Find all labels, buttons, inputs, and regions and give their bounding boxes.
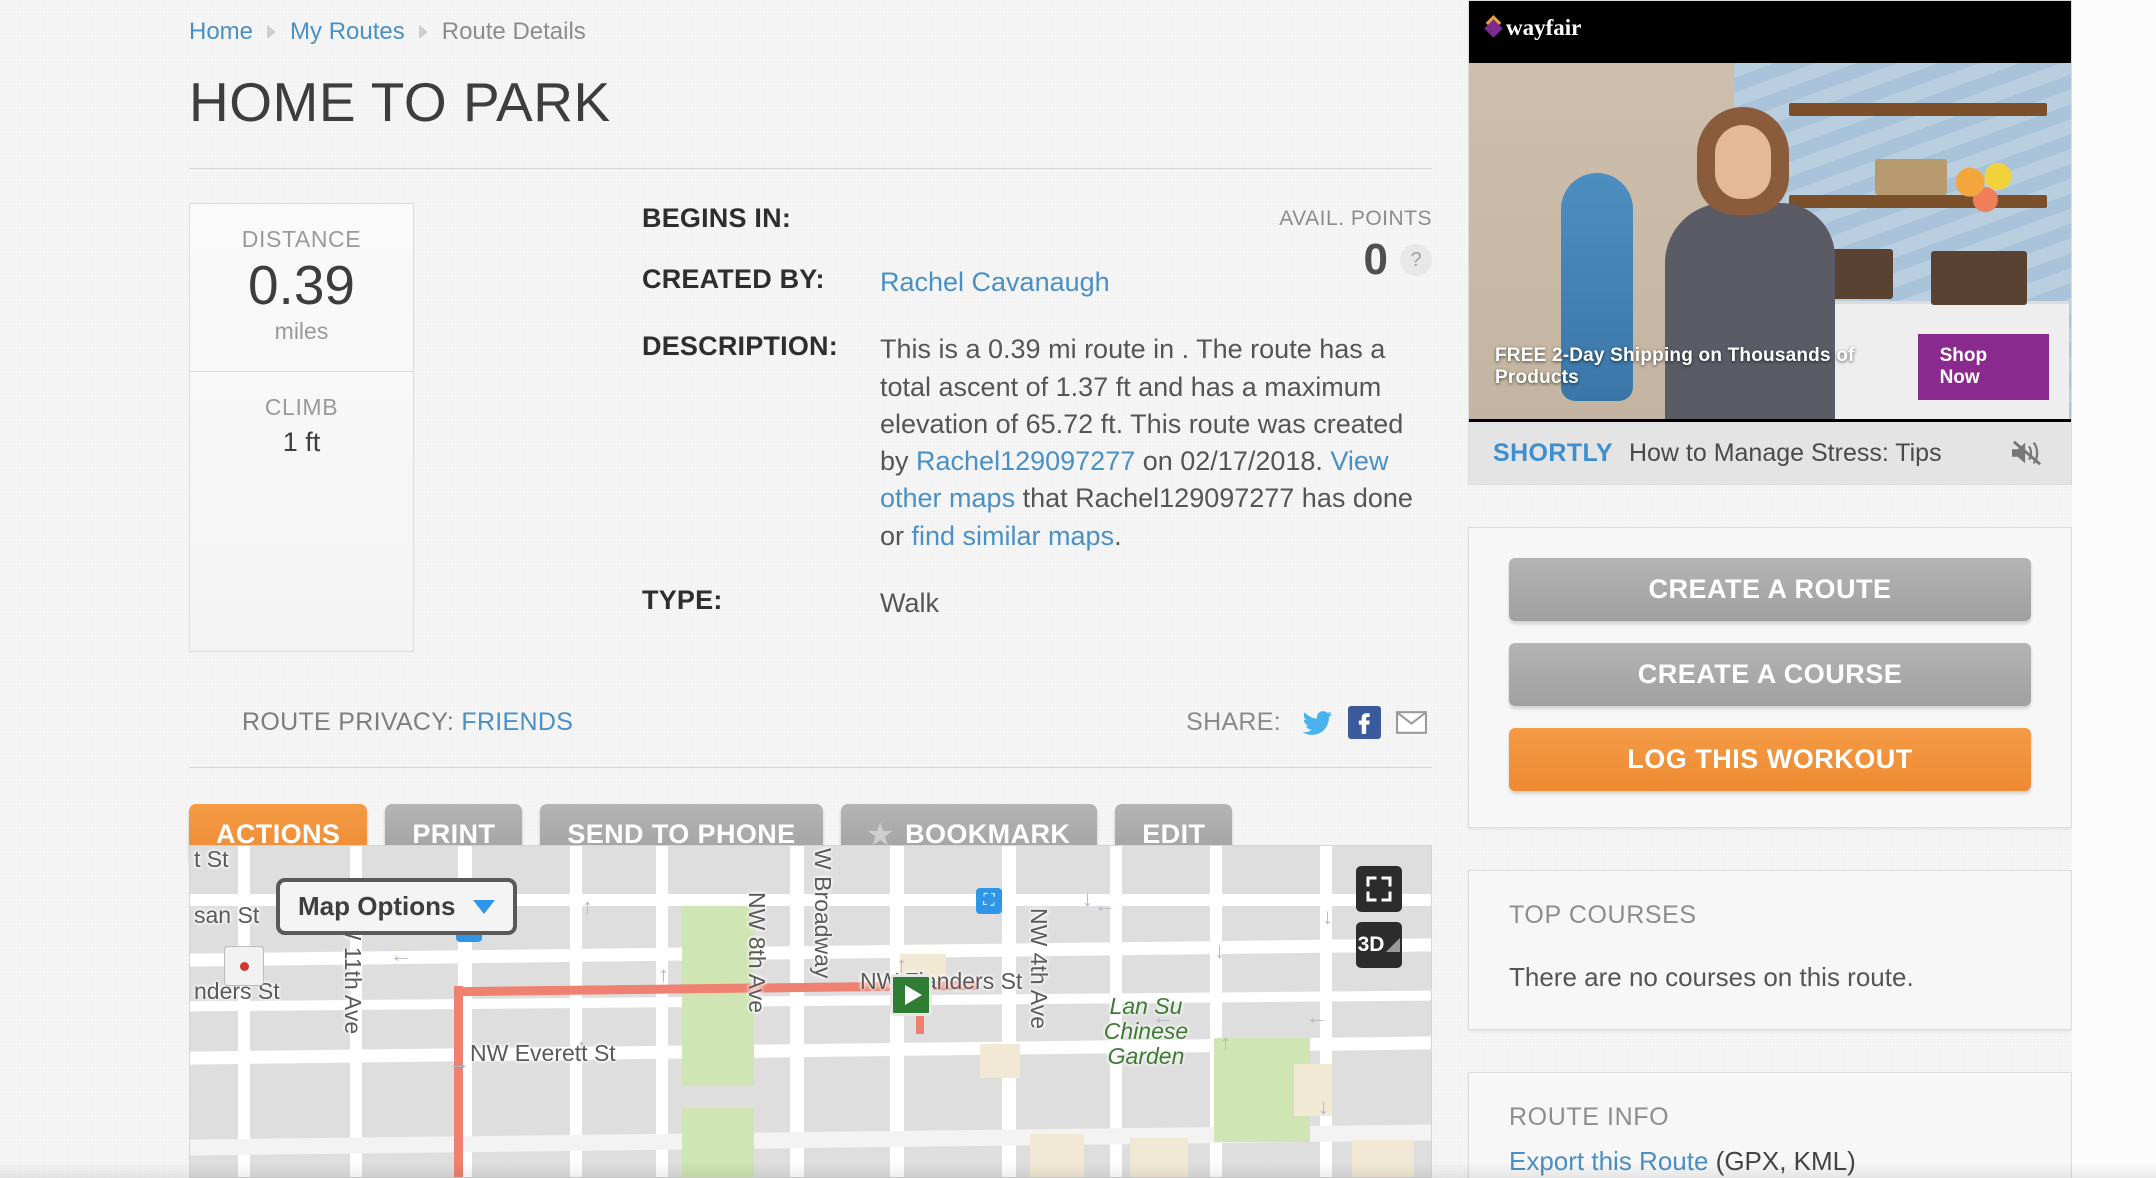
log-this-workout-button[interactable]: LOG THIS WORKOUT xyxy=(1509,728,2031,791)
route-start-marker[interactable] xyxy=(890,974,932,1016)
detail-description-label: DESCRIPTION: xyxy=(642,331,838,362)
transit-station-icon[interactable]: ⛶ xyxy=(976,888,1002,914)
right-sidebar: wayfair FREE 2-Day Shipping on Thousands… xyxy=(1468,0,2072,1178)
description-author-link[interactable]: Rachel129097277 xyxy=(916,446,1135,476)
stat-distance-unit: miles xyxy=(274,317,329,344)
muted-speaker-icon[interactable] xyxy=(2007,438,2047,468)
share-label: SHARE: xyxy=(1186,708,1281,736)
stat-climb: CLIMB 1 ft xyxy=(190,370,413,484)
detail-type-value: Walk xyxy=(880,587,939,618)
route-path xyxy=(454,986,463,1177)
ad-video-player[interactable]: wayfair FREE 2-Day Shipping on Thousands… xyxy=(1469,1,2071,422)
privacy-share-row: ROUTE PRIVACY: FRIENDS SHARE: xyxy=(189,706,1432,739)
description-text-2: on 02/17/2018. xyxy=(1135,446,1331,476)
ad-info-bar: SHORTLY How to Manage Stress: Tips xyxy=(1469,422,2071,484)
map-street-label: NW 4th Ave xyxy=(1026,908,1052,1030)
map-options-label: Map Options xyxy=(298,891,456,921)
detail-created-by-label: CREATED BY: xyxy=(642,264,825,294)
route-map[interactable]: ← → ↑ ↑ ↑ ↓ ← ← ↓ ↑ ← ↓ ↓ ↑ ⛶ ⛶ ⛶ t St s… xyxy=(189,845,1432,1178)
twitter-icon[interactable] xyxy=(1301,706,1334,739)
breadcrumb: Home My Routes Route Details xyxy=(189,0,1432,46)
actions-divider xyxy=(189,767,1432,768)
facebook-icon[interactable] xyxy=(1348,706,1381,739)
wayfair-diamond-icon xyxy=(1484,18,1503,38)
map-street-label: NW 8th Ave xyxy=(744,892,770,1014)
ad-headline: How to Manage Stress: Tips xyxy=(1628,438,1942,467)
ad-brand-label: SHORTLY xyxy=(1493,438,1613,467)
route-summary-row: DISTANCE 0.39 miles CLIMB 1 ft AVAIL. PO… xyxy=(189,203,1432,652)
stat-climb-value: 1 ft xyxy=(282,426,321,457)
create-a-route-button[interactable]: CREATE A ROUTE xyxy=(1509,558,2031,621)
top-courses-heading: TOP COURSES xyxy=(1509,901,1697,929)
map-street-label: NW Everett St xyxy=(470,1040,616,1066)
route-privacy-label: ROUTE PRIVACY: xyxy=(242,708,455,736)
route-details-list: AVAIL. POINTS 0 ? BEGINS IN: CREATED BY:… xyxy=(414,203,1432,652)
breadcrumb-item-home[interactable]: Home xyxy=(189,18,253,46)
map-street-label: t St xyxy=(194,846,229,872)
3d-corner-icon xyxy=(1386,938,1401,952)
map-street-label: san St xyxy=(194,902,260,928)
map-street-label: W Broadway xyxy=(810,848,836,979)
route-info-heading: ROUTE INFO xyxy=(1509,1103,1670,1131)
stat-distance-value: 0.39 xyxy=(247,254,356,316)
wayfair-logo-text: wayfair xyxy=(1506,15,1582,40)
3d-toggle-button[interactable]: 3D xyxy=(1356,922,1402,968)
detail-description-value: This is a 0.39 mi route in . The route h… xyxy=(880,331,1432,555)
stat-distance: DISTANCE 0.39 miles xyxy=(190,204,413,371)
top-courses-body: There are no courses on this route. xyxy=(1509,962,1914,992)
detail-type-label: TYPE: xyxy=(642,584,723,615)
recenter-dot xyxy=(239,961,249,971)
detail-description: DESCRIPTION: This is a 0.39 mi route in … xyxy=(642,331,1432,555)
breadcrumb-item-route-details: Route Details xyxy=(441,18,586,45)
title-divider xyxy=(189,168,1432,169)
share-group: SHARE: xyxy=(1186,706,1428,739)
sidebar-actions-card: CREATE A ROUTE CREATE A COURSE LOG THIS … xyxy=(1468,527,2072,828)
main-content: Home My Routes Route Details HOME TO PAR… xyxy=(189,0,1432,865)
route-privacy: ROUTE PRIVACY: FRIENDS xyxy=(242,708,573,737)
play-icon xyxy=(905,985,922,1005)
wayfair-logo: wayfair xyxy=(1484,15,1582,41)
map-options-dropdown[interactable]: Map Options xyxy=(276,878,518,935)
ad-cta-text: FREE 2-Day Shipping on Thousands of Prod… xyxy=(1495,345,1855,388)
breadcrumb-item-my-routes[interactable]: My Routes xyxy=(290,18,405,46)
advertisement-card: wayfair FREE 2-Day Shipping on Thousands… xyxy=(1468,0,2072,485)
stat-climb-label: CLIMB xyxy=(264,393,339,420)
ad-cta-row: FREE 2-Day Shipping on Thousands of Prod… xyxy=(1469,334,2071,400)
chevron-down-icon xyxy=(473,899,496,914)
top-courses-card: TOP COURSES There are no courses on this… xyxy=(1468,870,2072,1030)
avail-points-label: AVAIL. POINTS xyxy=(1279,207,1432,230)
find-similar-maps-link[interactable]: find similar maps xyxy=(912,521,1115,551)
avail-points: AVAIL. POINTS 0 ? xyxy=(1202,207,1432,285)
help-icon[interactable]: ? xyxy=(1400,244,1432,276)
bottom-shadow xyxy=(0,1162,2156,1178)
description-text-4: . xyxy=(1114,520,1122,551)
route-privacy-value[interactable]: FRIENDS xyxy=(461,708,573,736)
page-root: Home My Routes Route Details HOME TO PAR… xyxy=(0,0,2156,1178)
avail-points-value: 0 xyxy=(1363,235,1388,284)
email-icon[interactable] xyxy=(1395,706,1428,739)
create-a-course-button[interactable]: CREATE A COURSE xyxy=(1509,643,2031,706)
page-title: HOME TO PARK xyxy=(189,71,611,133)
page-right-margin xyxy=(2072,0,2156,1178)
recenter-map-icon[interactable] xyxy=(224,946,264,986)
map-park-label: Lan Su Chinese Garden xyxy=(1103,993,1189,1069)
shop-now-button[interactable]: Shop Now xyxy=(1917,334,2049,400)
map-street-label: NW Flanders St xyxy=(860,968,1023,994)
detail-type: TYPE: Walk xyxy=(642,585,1432,622)
detail-begins-in-label: BEGINS IN: xyxy=(642,203,792,233)
chevron-right-icon xyxy=(267,25,277,39)
created-by-link[interactable]: Rachel Cavanaugh xyxy=(880,264,1110,301)
fullscreen-icon[interactable] xyxy=(1356,866,1402,912)
3d-label: 3D xyxy=(1357,933,1385,956)
avail-points-row: 0 ? xyxy=(1202,235,1432,285)
chevron-right-icon xyxy=(418,25,428,39)
stats-box: DISTANCE 0.39 miles CLIMB 1 ft xyxy=(189,203,414,652)
stat-distance-label: DISTANCE xyxy=(241,226,362,252)
